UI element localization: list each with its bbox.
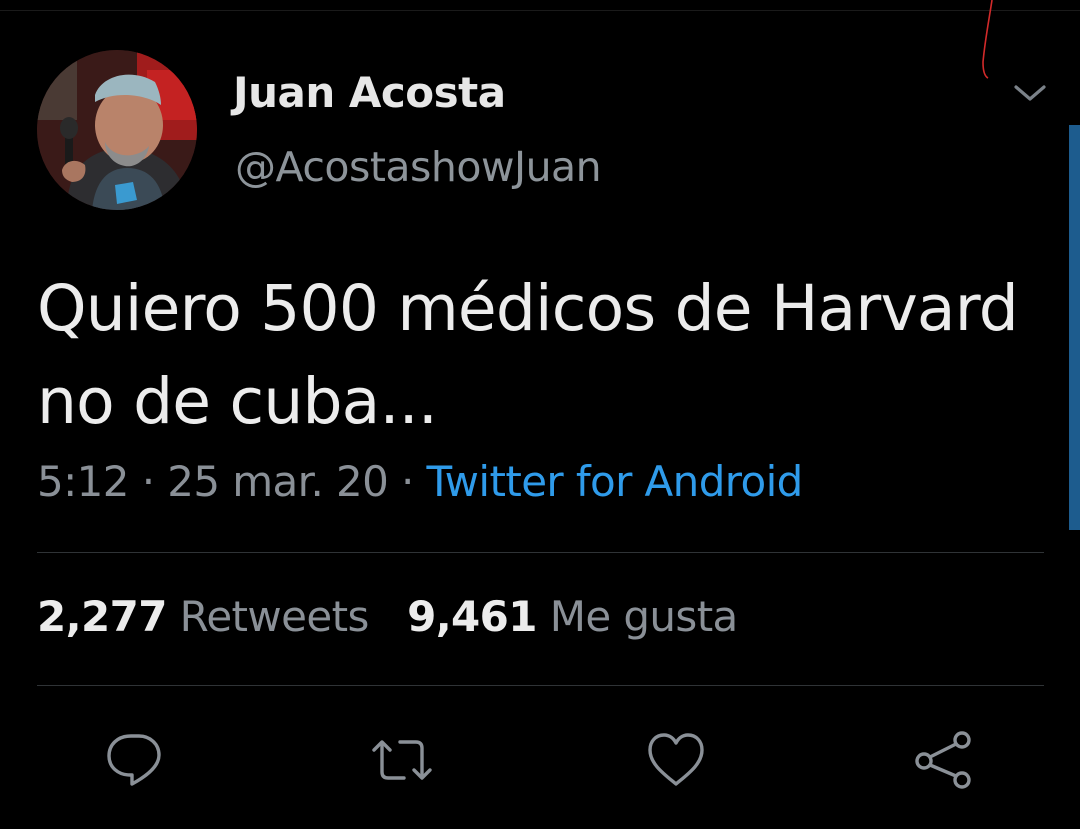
reply-button[interactable] <box>103 728 167 792</box>
tweet-stats: 2,277 Retweets 9,461 Me gusta <box>37 592 738 641</box>
scrollbar[interactable] <box>1069 125 1080 530</box>
likes-label: Me gusta <box>549 592 739 641</box>
tweet-text: Quiero 500 médicos de Harvard no de cuba… <box>37 262 1047 448</box>
share-button[interactable] <box>912 728 976 792</box>
likes-count: 9,461 <box>407 592 537 641</box>
tweet-text-line-1: Quiero 500 médicos de Harvard <box>37 272 1019 345</box>
top-divider <box>0 10 1080 11</box>
author-handle[interactable]: @AcostashowJuan <box>235 143 602 191</box>
likes-stat[interactable]: 9,461 Me gusta <box>407 592 738 641</box>
like-icon <box>648 733 704 786</box>
retweets-stat[interactable]: 2,277 Retweets <box>37 592 369 641</box>
retweet-icon <box>372 740 432 780</box>
meta-separator: · <box>141 457 155 506</box>
avatar[interactable] <box>37 50 197 210</box>
reply-icon <box>107 734 161 786</box>
meta-separator: · <box>401 457 414 506</box>
tweet-source-link[interactable]: Twitter for Android <box>427 457 804 506</box>
tweet-text-line-2: no de cuba... <box>37 365 438 438</box>
tweet-date[interactable]: 25 mar. 20 <box>167 457 389 506</box>
share-icon <box>915 731 971 789</box>
retweet-button[interactable] <box>370 728 434 792</box>
divider <box>37 552 1044 553</box>
retweets-count: 2,277 <box>37 592 167 641</box>
retweets-label: Retweets <box>179 592 370 641</box>
tweet-time[interactable]: 5:12 <box>37 457 130 506</box>
author-display-name[interactable]: Juan Acosta <box>233 68 506 117</box>
like-button[interactable] <box>644 728 708 792</box>
stray-red-mark <box>982 0 993 79</box>
divider <box>37 685 1044 686</box>
tweet-meta: 5:12 · 25 mar. 20 · Twitter for Android <box>37 457 803 506</box>
chevron-down-icon[interactable] <box>1010 78 1050 108</box>
